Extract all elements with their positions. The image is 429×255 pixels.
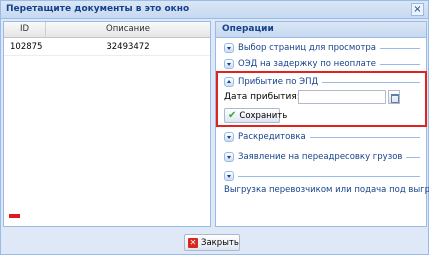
section-label: Раскредитовка [238, 132, 306, 142]
grid-header: ID Описание [4, 22, 210, 38]
documents-grid: ID Описание 102875 32493472 [3, 21, 211, 227]
section-divider [238, 175, 420, 177]
section-label: Выгрузка перевозчиком или подача под выг… [224, 185, 429, 195]
operations-header: Операции [216, 22, 426, 38]
section-oed-delay[interactable]: ОЭД на задержку по неоплате [224, 57, 420, 71]
chevron-down-icon[interactable] [224, 43, 234, 53]
minus-icon[interactable] [9, 214, 20, 218]
arrival-highlight-frame [216, 71, 427, 127]
operations-title: Операции [222, 24, 274, 34]
cell-id: 102875 [10, 42, 43, 52]
section-readdressing[interactable]: Заявление на переадресовку грузов [224, 150, 420, 164]
column-header-id[interactable]: ID [4, 22, 46, 37]
drop-documents-window: Перетащите документы в это окно × ID Опи… [0, 0, 429, 255]
chevron-down-icon[interactable] [224, 132, 234, 142]
close-label: Закрыть [201, 237, 239, 248]
section-divider [380, 47, 420, 49]
section-label: Заявление на переадресовку грузов [238, 152, 403, 162]
cell-description: 32493472 [106, 42, 150, 52]
section-unloading[interactable] [224, 169, 420, 183]
section-divider [309, 136, 420, 138]
section-page-selection[interactable]: Выбор страниц для просмотра [224, 41, 420, 55]
table-row[interactable]: 102875 32493472 [4, 39, 210, 56]
section-divider [380, 63, 420, 65]
close-icon[interactable]: × [411, 3, 424, 16]
section-label: Выбор страниц для просмотра [238, 43, 377, 53]
section-divider [406, 156, 420, 158]
section-unloading-credit[interactable]: Раскредитовка [224, 130, 420, 144]
chevron-down-icon[interactable] [224, 171, 234, 181]
close-window-button[interactable]: ✕ Закрыть [184, 234, 240, 251]
chevron-down-icon[interactable] [224, 59, 234, 69]
chevron-down-icon[interactable] [224, 152, 234, 162]
column-header-description[interactable]: Описание [46, 22, 210, 37]
window-titlebar: Перетащите документы в это окно × [1, 1, 428, 19]
window-title: Перетащите документы в это окно [6, 4, 190, 14]
close-icon: ✕ [188, 237, 198, 248]
section-label: ОЭД на задержку по неоплате [238, 59, 377, 69]
